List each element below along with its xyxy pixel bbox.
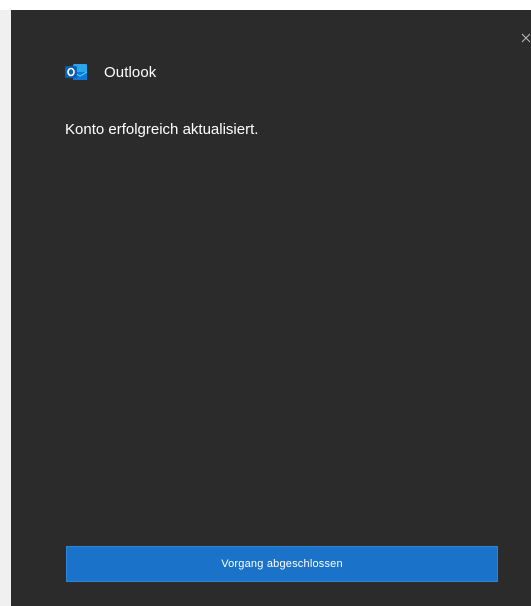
outlook-logo-icon (65, 64, 87, 80)
finish-button[interactable]: Vorgang abgeschlossen (66, 546, 498, 582)
status-message: Konto erfolgreich aktualisiert. (65, 121, 259, 138)
app-title: Outlook (104, 63, 157, 81)
close-button[interactable] (515, 26, 531, 50)
app-header: Outlook (65, 62, 156, 82)
close-icon (521, 33, 531, 43)
window-top-edge (0, 0, 531, 10)
account-dialog: Outlook Konto erfolgreich aktualisiert. … (11, 10, 531, 606)
window-left-edge (0, 10, 11, 606)
